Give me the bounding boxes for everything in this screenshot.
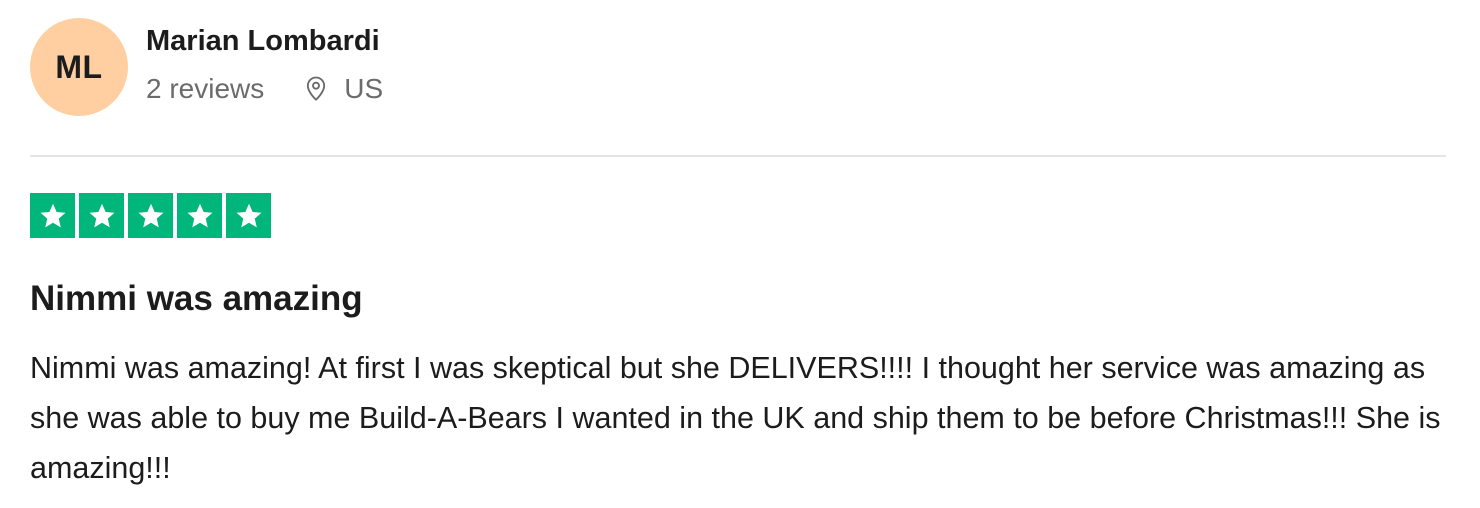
- star-icon: [30, 193, 75, 238]
- reviewer-name[interactable]: Marian Lombardi: [146, 25, 383, 58]
- star-icon: [226, 193, 271, 238]
- map-pin-icon: [307, 76, 326, 101]
- review-body: Nimmi was amazing! At first I was skepti…: [30, 351, 1441, 485]
- reviewer-header: ML Marian Lombardi 2 reviews US: [30, 18, 383, 116]
- divider: [30, 155, 1446, 157]
- avatar[interactable]: ML: [30, 18, 128, 116]
- reviews-count: 2 reviews: [146, 72, 265, 104]
- country-label: US: [344, 72, 384, 104]
- reviewer-meta: Marian Lombardi 2 reviews US: [146, 25, 383, 105]
- star-icon: [79, 193, 124, 238]
- star-rating: [30, 193, 271, 238]
- star-icon: [128, 193, 173, 238]
- reviewer-meta-row: 2 reviews US: [146, 73, 383, 105]
- review-card: ML Marian Lombardi 2 reviews US Nimmi wa…: [0, 0, 1480, 508]
- star-icon: [177, 193, 222, 238]
- review-title[interactable]: Nimmi was amazing: [30, 278, 363, 320]
- reviewer-location: US: [302, 73, 383, 105]
